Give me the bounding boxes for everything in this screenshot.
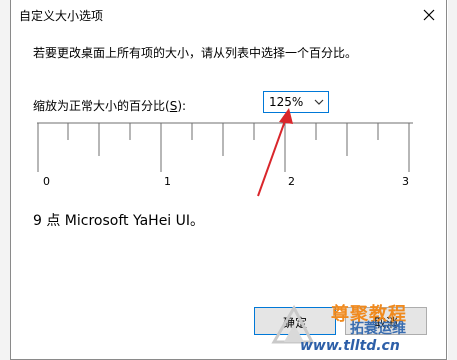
background-window-left xyxy=(0,0,10,360)
watermark-url: www.tlltd.cn xyxy=(300,338,400,354)
close-icon xyxy=(423,9,435,21)
ruler-label-0: 0 xyxy=(43,175,50,188)
scale-ruler[interactable]: 0 1 2 3 xyxy=(37,122,413,190)
background-window-right xyxy=(448,0,457,360)
chevron-down-icon xyxy=(314,99,324,105)
instruction-text: 若要更改桌面上所有项的大小，请从列表中选择一个百分比。 xyxy=(33,46,358,60)
ruler-label-1: 1 xyxy=(164,175,171,188)
dialog-title: 自定义大小选项 xyxy=(19,9,104,23)
scale-percentage-combobox[interactable]: 125% xyxy=(263,91,329,113)
watermark-text-cn2: 拓蓑运维 xyxy=(350,321,406,337)
title-bar: 自定义大小选项 xyxy=(11,0,446,30)
ruler-label-2: 2 xyxy=(288,175,295,188)
scale-label-suffix: ): xyxy=(177,99,187,113)
close-button[interactable] xyxy=(412,0,446,30)
scale-percentage-label: 缩放为正常大小的百分比(S): xyxy=(33,97,186,114)
scale-percentage-value: 125% xyxy=(269,95,304,109)
scale-label-prefix: 缩放为正常大小的百分比( xyxy=(33,99,170,113)
ruler-label-3: 3 xyxy=(402,175,409,188)
sample-font-text: 9 点 Microsoft YaHei UI。 xyxy=(33,213,205,229)
